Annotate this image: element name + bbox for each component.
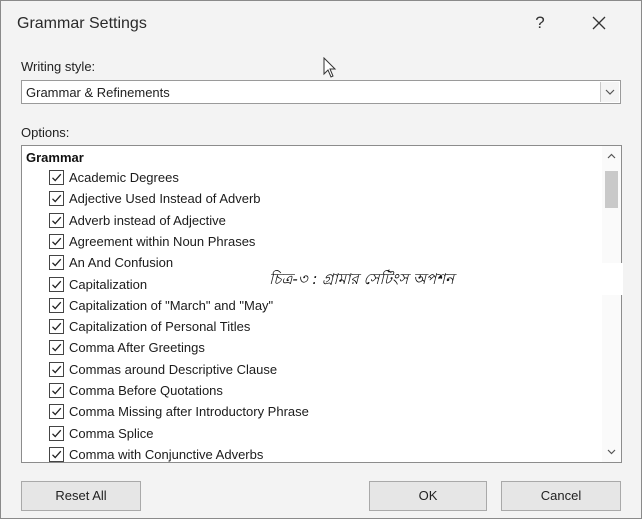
option-checkbox[interactable] — [49, 383, 64, 398]
reset-all-button[interactable]: Reset All — [21, 481, 141, 511]
option-label: Comma with Conjunctive Adverbs — [69, 446, 264, 462]
help-button[interactable]: ? — [529, 13, 551, 35]
option-checkbox[interactable] — [49, 276, 64, 292]
chevron-up-icon — [607, 153, 616, 159]
option-label: Comma Missing after Introductory Phrase — [69, 404, 309, 420]
ok-button[interactable]: OK — [369, 481, 487, 511]
grammar-settings-dialog: Grammar Settings ? Writing style: Gramma… — [0, 0, 642, 519]
option-label: Academic Degrees — [69, 170, 179, 185]
option-checkbox[interactable] — [49, 446, 64, 462]
option-checkbox[interactable] — [49, 425, 64, 441]
mouse-cursor-icon — [323, 56, 337, 84]
option-checkbox[interactable] — [49, 404, 64, 420]
chevron-down-icon — [605, 89, 615, 95]
option-label: Adjective Used Instead of Adverb — [69, 191, 261, 207]
chevron-down-icon — [607, 449, 616, 455]
option-label: Adverb instead of Adjective — [69, 212, 226, 228]
option-label: Capitalization — [69, 276, 148, 292]
dialog-title: Grammar Settings — [17, 15, 147, 32]
checkmark-icon — [52, 429, 62, 438]
option-checkbox[interactable] — [49, 361, 64, 377]
option-checkbox[interactable] — [49, 191, 64, 207]
checkmark-icon — [52, 365, 62, 374]
checkmark-icon — [52, 344, 62, 352]
checkmark-icon — [52, 408, 62, 416]
option-label: An And Confusion — [69, 255, 174, 271]
checkmark-icon — [52, 195, 62, 203]
option-label: Capitalization of Personal Titles — [69, 319, 251, 335]
writing-style-value: Grammar & Refinements — [26, 85, 170, 100]
dropdown-button[interactable] — [600, 82, 619, 102]
cancel-button[interactable]: Cancel — [501, 481, 621, 511]
checkmark-icon — [52, 301, 62, 310]
option-label: Agreement within Noun Phrases — [69, 233, 256, 249]
checkmark-icon — [52, 173, 62, 182]
checkmark-icon — [52, 386, 62, 395]
option-checkbox[interactable] — [49, 340, 64, 356]
option-label: Comma Splice — [69, 425, 154, 441]
scroll-thumb[interactable] — [605, 171, 618, 208]
writing-style-select[interactable]: Grammar & Refinements — [21, 80, 621, 104]
close-icon — [592, 16, 606, 30]
vertical-scrollbar[interactable] — [602, 146, 621, 462]
options-listbox[interactable]: Grammar Academic Degrees Adjective Used I… — [21, 145, 622, 463]
option-label: Capitalization of "March" and "May" — [69, 297, 274, 313]
figure-caption: চিত্র-৩ : গ্রামার সেটিংস অপশন — [267, 263, 623, 295]
option-checkbox[interactable] — [49, 255, 64, 271]
option-label: Comma Before Quotations — [69, 383, 223, 398]
checkmark-icon — [52, 216, 62, 225]
scroll-up-button[interactable] — [604, 149, 619, 164]
option-checkbox[interactable] — [49, 319, 64, 335]
title-bar: Grammar Settings ? — [1, 1, 641, 45]
option-label: Commas around Descriptive Clause — [69, 361, 278, 377]
option-checkbox[interactable] — [49, 212, 64, 228]
option-checkbox[interactable] — [49, 297, 64, 313]
option-checkbox[interactable] — [49, 170, 64, 185]
scroll-down-button[interactable] — [604, 444, 619, 459]
option-checkbox[interactable] — [49, 233, 64, 249]
checkmark-icon — [52, 322, 62, 331]
options-label: Options: — [21, 125, 70, 140]
checkmark-icon — [52, 258, 62, 267]
checkmark-icon — [52, 280, 62, 288]
option-label: Comma After Greetings — [69, 340, 205, 356]
writing-style-label: Writing style: — [21, 59, 96, 74]
group-title-grammar: Grammar — [26, 150, 84, 165]
close-button[interactable] — [587, 11, 611, 35]
checkmark-icon — [52, 450, 62, 459]
checkmark-icon — [52, 237, 62, 246]
